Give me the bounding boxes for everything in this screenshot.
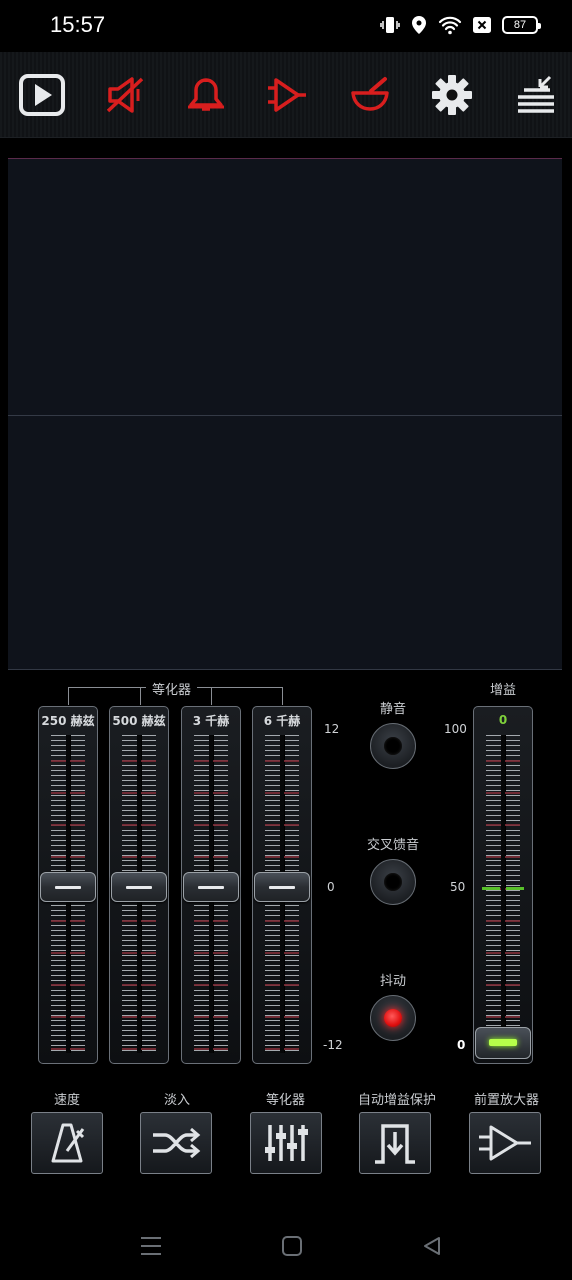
bell-off-button[interactable]: [181, 70, 231, 120]
eq-scale-bottom: -12: [323, 1038, 343, 1052]
display-center-line: [8, 415, 562, 416]
mortar-off-icon: [351, 77, 389, 111]
sim-off-icon: [473, 17, 491, 33]
battery-level: 87: [513, 19, 527, 31]
metronome-icon: [51, 1123, 85, 1163]
dither-label: 抖动: [380, 974, 407, 989]
nav-recents-button[interactable]: [131, 1226, 171, 1266]
battery-icon: 87: [502, 16, 541, 34]
eq-slider-3khz[interactable]: 3 千赫: [181, 706, 241, 1064]
gain-slider[interactable]: 0: [473, 706, 533, 1064]
fade-in-button[interactable]: [140, 1112, 212, 1174]
eq-band-label: 250 赫兹: [41, 714, 95, 728]
dither-toggle[interactable]: [370, 995, 416, 1041]
crossfeed-toggle[interactable]: [370, 859, 416, 905]
mute-toggle[interactable]: [370, 723, 416, 769]
preamp-icon: [479, 1125, 531, 1161]
gain-value: 0: [498, 713, 508, 727]
gain-label: 增益: [490, 683, 517, 698]
speaker-off-icon: [106, 77, 144, 113]
wifi-icon: [438, 16, 462, 35]
eq-scale-top: 12: [324, 722, 340, 736]
speaker-muted-button[interactable]: [100, 70, 150, 120]
toggle-led-on: [384, 1009, 402, 1027]
amplifier-off-icon: [268, 78, 306, 112]
nav-home-button[interactable]: [272, 1226, 312, 1266]
eq-scale-middle: 0: [327, 880, 335, 894]
auto-gain-protect-icon: [375, 1124, 415, 1164]
toolbar: [0, 52, 572, 138]
eq-slider-knob[interactable]: [254, 872, 310, 902]
gain-reference-mark: [482, 887, 524, 890]
fade-in-label: 淡入: [164, 1093, 191, 1108]
mute-label: 静音: [380, 702, 407, 717]
tempo-button[interactable]: [31, 1112, 103, 1174]
visualizer-display: [8, 158, 562, 670]
mortar-off-button[interactable]: [345, 70, 395, 120]
status-bar: 15:57 87: [0, 0, 572, 52]
amplifier-off-button[interactable]: [262, 70, 312, 120]
toggle-indicator: [384, 737, 402, 755]
shuffle-crossfade-icon: [153, 1127, 201, 1159]
status-time: 15:57: [50, 12, 106, 37]
eq-slider-250hz[interactable]: 250 赫兹: [38, 706, 98, 1064]
menu-arrow-icon: [518, 75, 554, 113]
navigation-bar: [0, 1200, 572, 1280]
eq-slider-knob[interactable]: [111, 872, 167, 902]
crossfeed-label: 交叉馈音: [367, 838, 420, 853]
play-icon: [19, 74, 65, 116]
location-icon: [412, 16, 426, 34]
gear-icon: [432, 75, 472, 115]
preamp-button[interactable]: [469, 1112, 541, 1174]
settings-button[interactable]: [427, 70, 477, 120]
menu-collapse-button[interactable]: [511, 70, 561, 120]
gain-slider-knob[interactable]: [475, 1027, 531, 1059]
eq-band-label: 3 千赫: [192, 714, 230, 728]
eq-band-label: 6 千赫: [263, 714, 301, 728]
equalizer-label: 等化器: [266, 1093, 306, 1108]
menu-lines-icon: [141, 1237, 161, 1255]
gain-scale-bottom: 0: [457, 1038, 466, 1052]
bell-off-icon: [188, 78, 224, 111]
equalizer-button[interactable]: [250, 1112, 322, 1174]
triangle-back-icon: [424, 1237, 440, 1255]
eq-slider-6khz[interactable]: 6 千赫: [252, 706, 312, 1064]
vibrate-icon: [380, 17, 400, 33]
play-button[interactable]: [17, 70, 67, 120]
square-home-icon: [282, 1236, 302, 1256]
nav-back-button[interactable]: [412, 1226, 452, 1266]
gain-scale-top: 100: [444, 722, 467, 736]
eq-slider-knob[interactable]: [183, 872, 239, 902]
equalizer-sliders-icon: [265, 1125, 308, 1161]
auto-gain-protect-button[interactable]: [359, 1112, 431, 1174]
eq-slider-500hz[interactable]: 500 赫兹: [109, 706, 169, 1064]
auto-gain-protect-label: 自动增益保护: [358, 1093, 437, 1108]
eq-slider-knob[interactable]: [40, 872, 96, 902]
eq-group-label: 等化器: [146, 679, 198, 698]
toggle-indicator: [384, 873, 402, 891]
preamp-label: 前置放大器: [474, 1093, 540, 1108]
eq-band-label: 500 赫兹: [112, 714, 166, 728]
gain-scale-middle: 50: [450, 880, 466, 894]
tempo-label: 速度: [54, 1093, 81, 1108]
